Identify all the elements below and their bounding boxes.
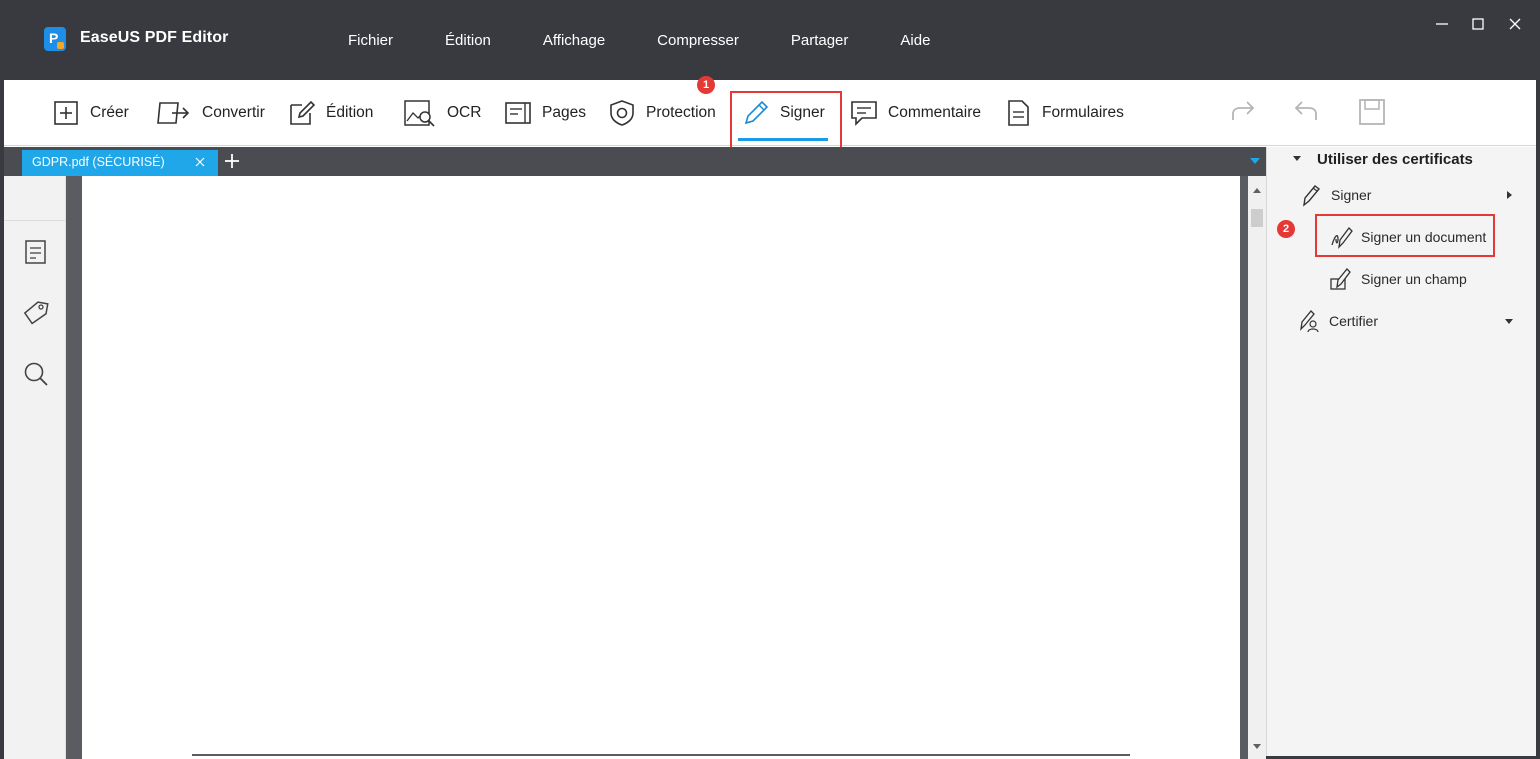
window-right-edge [1536, 80, 1540, 759]
menu-edition[interactable]: Édition [419, 32, 517, 49]
menu-bar: Fichier Édition Affichage Compresser Par… [322, 0, 956, 80]
tool-label: Créer [90, 104, 129, 121]
thumbnails-icon[interactable] [22, 238, 50, 266]
sidebar-separator [4, 220, 66, 221]
document-tab-strip: GDPR.pdf (SÉCURISÉ) [4, 147, 1266, 176]
tool-label: Pages [542, 104, 586, 121]
tool-formulaires[interactable]: Formulaires [1004, 80, 1124, 146]
menu-aide[interactable]: Aide [874, 32, 956, 49]
plus-square-icon [54, 101, 78, 125]
panel-item-label: Signer un champ [1361, 271, 1467, 287]
app-logo-icon: P [44, 27, 66, 51]
title-bar: P EaseUS PDF Editor Fichier Édition Affi… [0, 0, 1540, 80]
minimize-icon[interactable] [1432, 14, 1452, 34]
page-edge [192, 754, 1130, 756]
panel-item-label: Signer [1331, 187, 1372, 203]
document-tab-label: GDPR.pdf (SÉCURISÉ) [32, 155, 165, 169]
search-icon[interactable] [22, 360, 50, 388]
scrollbar-thumb[interactable] [1251, 209, 1263, 227]
tool-label: Formulaires [1042, 104, 1124, 121]
expand-down-caret-icon[interactable] [1505, 319, 1513, 324]
step-badge-2: 2 [1277, 220, 1295, 238]
tool-edition[interactable]: Édition [288, 80, 373, 146]
tool-label: Édition [326, 104, 374, 121]
comment-icon [851, 101, 877, 126]
vertical-scrollbar[interactable] [1248, 176, 1266, 759]
shield-icon [610, 100, 634, 126]
left-sidebar [4, 176, 66, 759]
document-viewer [66, 176, 1248, 759]
scroll-up-icon[interactable] [1253, 188, 1261, 193]
panel-header: Utiliser des certificats [1317, 151, 1473, 168]
tool-label: OCR [447, 104, 482, 121]
collapse-caret-icon[interactable] [1293, 156, 1301, 161]
tool-label: Convertir [202, 104, 265, 121]
pdf-page[interactable] [82, 176, 1240, 759]
close-window-icon[interactable] [1505, 14, 1525, 34]
sign-field-icon [1330, 268, 1351, 290]
ocr-icon [404, 100, 435, 127]
highlight-box-signer-document [1315, 214, 1495, 257]
tool-label: Commentaire [888, 104, 982, 121]
form-icon [1008, 100, 1029, 126]
pen-icon [1303, 185, 1321, 207]
convert-icon [157, 102, 190, 124]
menu-partager[interactable]: Partager [765, 32, 875, 49]
tool-creer[interactable]: Créer [52, 80, 129, 146]
tool-commentaire[interactable]: Commentaire [850, 80, 981, 146]
panel-item-signer[interactable]: Signer [1299, 183, 1371, 207]
certify-icon [1300, 310, 1319, 333]
pages-icon [505, 102, 531, 124]
tool-pages[interactable]: Pages [504, 80, 586, 146]
save-icon[interactable] [1358, 98, 1386, 126]
maximize-icon[interactable] [1468, 14, 1488, 34]
tool-ocr[interactable]: OCR [403, 80, 481, 146]
panel-item-certifier[interactable]: Certifier [1297, 309, 1378, 333]
tab-list-dropdown-icon[interactable] [1250, 158, 1260, 164]
add-tab-icon[interactable] [222, 151, 242, 171]
panel-item-signer-champ[interactable]: Signer un champ [1329, 267, 1467, 291]
menu-affichage[interactable]: Affichage [517, 32, 631, 49]
bookmark-tag-icon[interactable] [22, 299, 50, 327]
redo-icon[interactable] [1229, 98, 1257, 126]
close-tab-icon[interactable] [194, 156, 206, 168]
tool-label: Protection [646, 104, 716, 121]
tool-convertir[interactable]: Convertir [154, 80, 265, 146]
document-tab[interactable]: GDPR.pdf (SÉCURISÉ) [22, 150, 218, 176]
step-badge-1: 1 [697, 76, 715, 94]
menu-fichier[interactable]: Fichier [322, 32, 419, 49]
edit-icon [290, 100, 316, 125]
menu-compresser[interactable]: Compresser [631, 32, 765, 49]
expand-right-caret-icon[interactable] [1507, 191, 1512, 199]
scroll-down-icon[interactable] [1253, 744, 1261, 749]
panel-item-label: Certifier [1329, 313, 1379, 329]
app-title: EaseUS PDF Editor [80, 29, 229, 46]
highlight-box-signer [730, 91, 842, 151]
undo-icon[interactable] [1292, 98, 1320, 126]
